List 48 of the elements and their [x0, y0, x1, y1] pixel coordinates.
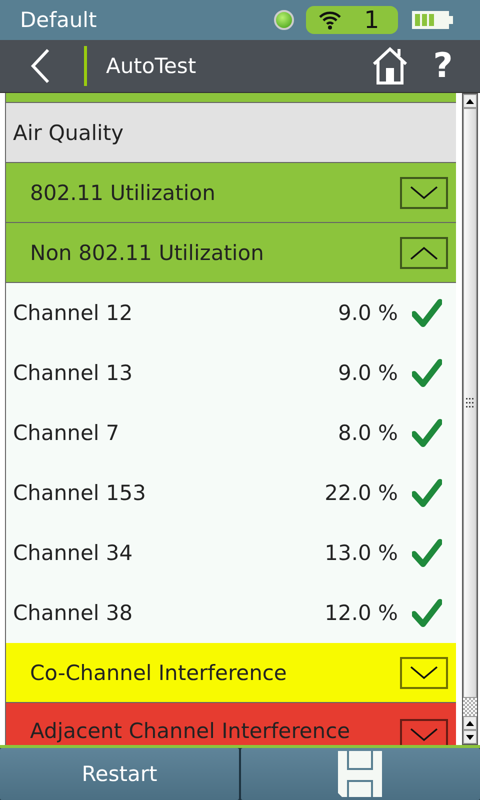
expand-button[interactable] — [400, 176, 448, 208]
save-button[interactable] — [241, 748, 480, 800]
scrollbar[interactable] — [462, 93, 478, 745]
section-label: Non 802.11 Utilization — [30, 240, 265, 264]
home-icon — [371, 46, 409, 86]
group-header: Air Quality — [6, 103, 456, 163]
section-label: 802.11 Utilization — [30, 180, 216, 204]
scroll-up-button[interactable] — [463, 716, 477, 730]
channel-label: Channel 13 — [13, 361, 134, 385]
collapse-button[interactable] — [400, 236, 448, 268]
battery-icon — [412, 10, 454, 30]
section-label: Adjacent Channel Interference — [30, 719, 352, 743]
channel-label: Channel 7 — [13, 421, 120, 445]
channel-label: Channel 34 — [13, 541, 134, 565]
channel-label: Channel 38 — [13, 601, 134, 625]
up-arrow-icon — [466, 720, 474, 726]
utilization-value: 9.0 % — [338, 301, 398, 325]
back-button[interactable] — [28, 48, 52, 84]
wifi-count: 1 — [364, 8, 380, 32]
chevron-down-icon — [410, 186, 438, 200]
wifi-icon — [318, 10, 342, 30]
scroll-thumb[interactable] — [463, 108, 477, 698]
utilization-value: 9.0 % — [338, 361, 398, 385]
page-title: AutoTest — [106, 54, 198, 78]
channel-label: Channel 12 — [13, 301, 134, 325]
chevron-down-icon — [410, 666, 438, 680]
section-header[interactable]: Adjacent Channel Interference — [6, 703, 456, 745]
channel-label: Channel 153 — [13, 481, 147, 505]
scroll-up-button[interactable] — [463, 94, 477, 108]
expand-button[interactable] — [400, 656, 448, 688]
profile-name: Default — [20, 8, 98, 32]
down-arrow-icon — [466, 734, 474, 740]
restart-button[interactable]: Restart — [0, 748, 239, 800]
section-label: Co-Channel Interference — [30, 660, 288, 684]
grip-icon — [466, 398, 474, 408]
utilization-value: 12.0 % — [324, 601, 398, 625]
chevron-down-icon — [410, 728, 438, 742]
up-arrow-icon — [466, 98, 474, 104]
section-header[interactable]: Co-Channel Interference — [6, 643, 456, 703]
scroll-down-button[interactable] — [463, 730, 477, 744]
utilization-value: 22.0 % — [324, 481, 398, 505]
utilization-value: 8.0 % — [338, 421, 398, 445]
utilization-value: 13.0 % — [324, 541, 398, 565]
section-header[interactable]: 802.11 Utilization — [6, 163, 456, 223]
chevron-up-icon — [410, 246, 438, 260]
help-button[interactable]: ? — [428, 46, 458, 86]
section-header[interactable]: Non 802.11 Utilization — [6, 223, 456, 283]
status-led-icon — [274, 10, 294, 30]
